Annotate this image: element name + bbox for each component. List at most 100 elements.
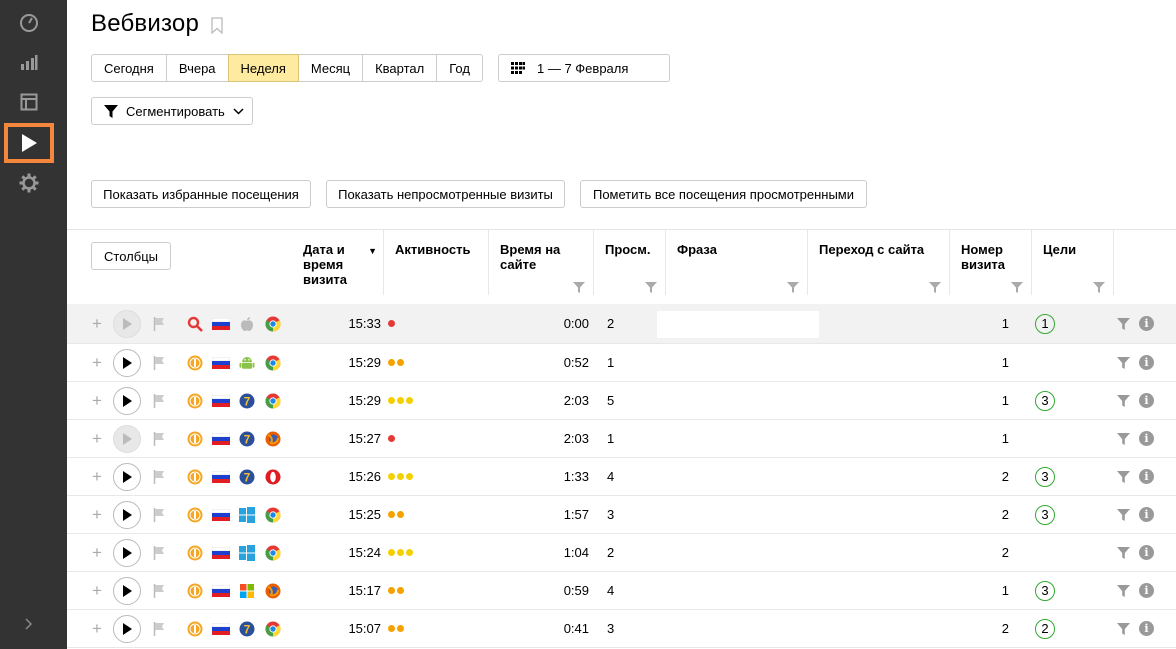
sidebar-item-dashboard[interactable] (4, 2, 54, 42)
table-row[interactable]: + 7 15:27 2:03 1 1 i (67, 420, 1176, 458)
expand-button[interactable]: + (91, 458, 103, 495)
table-row[interactable]: + 7 15:29 2:03 5 1 3 i (67, 382, 1176, 420)
period-quarter[interactable]: Квартал (362, 54, 438, 82)
goal-badge[interactable]: 3 (1035, 390, 1055, 411)
filter-icon[interactable] (573, 282, 585, 293)
row-filter-button[interactable] (1117, 610, 1130, 647)
row-info-button[interactable]: i (1139, 572, 1154, 609)
row-filter-button[interactable] (1117, 420, 1130, 457)
row-info-button[interactable]: i (1139, 610, 1154, 647)
goal-badge[interactable]: 3 (1035, 466, 1055, 487)
period-month[interactable]: Месяц (297, 54, 364, 82)
table-row[interactable]: + 15:24 1:04 2 2 i (67, 534, 1176, 572)
table-row[interactable]: + 15:25 1:57 3 2 3 i (67, 496, 1176, 534)
column-visit-number[interactable]: Номер визита (950, 230, 1032, 295)
sidebar-item-reports[interactable] (4, 42, 54, 82)
row-filter-button[interactable] (1117, 572, 1130, 609)
flag-visit-button[interactable] (153, 382, 165, 419)
play-visit-button[interactable] (113, 458, 141, 495)
row-filter-button[interactable] (1117, 304, 1130, 343)
play-visit-button[interactable] (113, 420, 141, 457)
row-info-button[interactable]: i (1139, 420, 1154, 457)
filter-icon[interactable] (929, 282, 941, 293)
row-filter-button[interactable] (1117, 382, 1130, 419)
row-filter-button[interactable] (1117, 344, 1130, 381)
expand-button[interactable]: + (91, 420, 103, 457)
flag-visit-button[interactable] (153, 610, 165, 647)
column-date[interactable]: Дата и время визита ▼ (303, 230, 384, 295)
play-visit-button[interactable] (113, 496, 141, 533)
play-visit-button[interactable] (113, 382, 141, 419)
column-referrer[interactable]: Переход с сайта (808, 230, 950, 295)
goal-badge[interactable]: 2 (1035, 618, 1055, 639)
sidebar-item-webvisor[interactable] (4, 123, 54, 163)
expand-button[interactable]: + (91, 496, 103, 533)
row-filter-button[interactable] (1117, 496, 1130, 533)
show-favorites-button[interactable]: Показать избранные посещения (91, 180, 311, 208)
segment-button[interactable]: Сегментировать (91, 97, 253, 125)
sidebar-item-maps[interactable] (4, 82, 54, 122)
play-visit-button[interactable] (113, 534, 141, 571)
flag-visit-button[interactable] (153, 420, 165, 457)
play-visit-button[interactable] (113, 304, 141, 343)
column-goals[interactable]: Цели (1032, 230, 1114, 295)
sidebar-collapse-button[interactable] (4, 604, 54, 644)
main-content: Вебвизор Сегодня Вчера Неделя Месяц Квар… (67, 0, 1176, 649)
goal-badge[interactable]: 3 (1035, 580, 1055, 601)
expand-button[interactable]: + (91, 534, 103, 571)
row-filter-button[interactable] (1117, 458, 1130, 495)
bookmark-icon[interactable] (211, 17, 223, 34)
flag-visit-button[interactable] (153, 344, 165, 381)
flag-visit-button[interactable] (153, 534, 165, 571)
mark-all-viewed-button[interactable]: Пометить все посещения просмотренными (580, 180, 867, 208)
table-row[interactable]: + 7 15:07 0:41 3 2 2 i (67, 610, 1176, 648)
filter-icon[interactable] (645, 282, 657, 293)
expand-button[interactable]: + (91, 382, 103, 419)
expand-button[interactable]: + (91, 344, 103, 381)
play-visit-button[interactable] (113, 344, 141, 381)
svg-text:7: 7 (244, 394, 251, 408)
row-info-button[interactable]: i (1139, 304, 1154, 343)
sidebar-item-settings[interactable] (4, 163, 54, 203)
table-row[interactable]: + 15:17 0:59 4 1 3 i (67, 572, 1176, 610)
column-views[interactable]: Просм. (594, 230, 666, 295)
period-week[interactable]: Неделя (227, 54, 299, 82)
row-info-button[interactable]: i (1139, 458, 1154, 495)
row-info-button[interactable]: i (1139, 534, 1154, 571)
row-filter-button[interactable] (1117, 534, 1130, 571)
filter-icon[interactable] (787, 282, 799, 293)
expand-button[interactable]: + (91, 572, 103, 609)
column-phrase[interactable]: Фраза (666, 230, 808, 295)
filter-icon[interactable] (1011, 282, 1023, 293)
flag-ru-icon (212, 610, 230, 647)
show-unviewed-button[interactable]: Показать непросмотренные визиты (326, 180, 565, 208)
period-yesterday[interactable]: Вчера (165, 54, 229, 82)
filter-icon (1117, 394, 1130, 407)
column-duration[interactable]: Время на сайте (489, 230, 594, 295)
row-info-button[interactable]: i (1139, 382, 1154, 419)
date-range-picker[interactable]: 1 — 7 Февраля (498, 54, 670, 82)
flag-icon (153, 621, 164, 636)
play-visit-button[interactable] (113, 610, 141, 647)
play-visit-button[interactable] (113, 572, 141, 609)
filter-icon (1117, 508, 1130, 521)
activity-dot (406, 473, 413, 480)
column-activity[interactable]: Активность (384, 230, 489, 295)
flag-visit-button[interactable] (153, 304, 165, 343)
expand-button[interactable]: + (91, 610, 103, 647)
goal-badge[interactable]: 1 (1035, 313, 1055, 334)
row-info-button[interactable]: i (1139, 344, 1154, 381)
goal-badge[interactable]: 3 (1035, 504, 1055, 525)
period-year[interactable]: Год (436, 54, 483, 82)
table-row[interactable]: + 15:33 0:00 2 1 1 i (67, 304, 1176, 344)
expand-button[interactable]: + (91, 304, 103, 343)
flag-visit-button[interactable] (153, 572, 165, 609)
table-row[interactable]: + 7 15:26 1:33 4 2 3 i (67, 458, 1176, 496)
period-today[interactable]: Сегодня (91, 54, 167, 82)
columns-button[interactable]: Столбцы (91, 242, 171, 270)
table-row[interactable]: + 15:29 0:52 1 1 i (67, 344, 1176, 382)
flag-visit-button[interactable] (153, 458, 165, 495)
flag-visit-button[interactable] (153, 496, 165, 533)
filter-icon[interactable] (1093, 282, 1105, 293)
row-info-button[interactable]: i (1139, 496, 1154, 533)
